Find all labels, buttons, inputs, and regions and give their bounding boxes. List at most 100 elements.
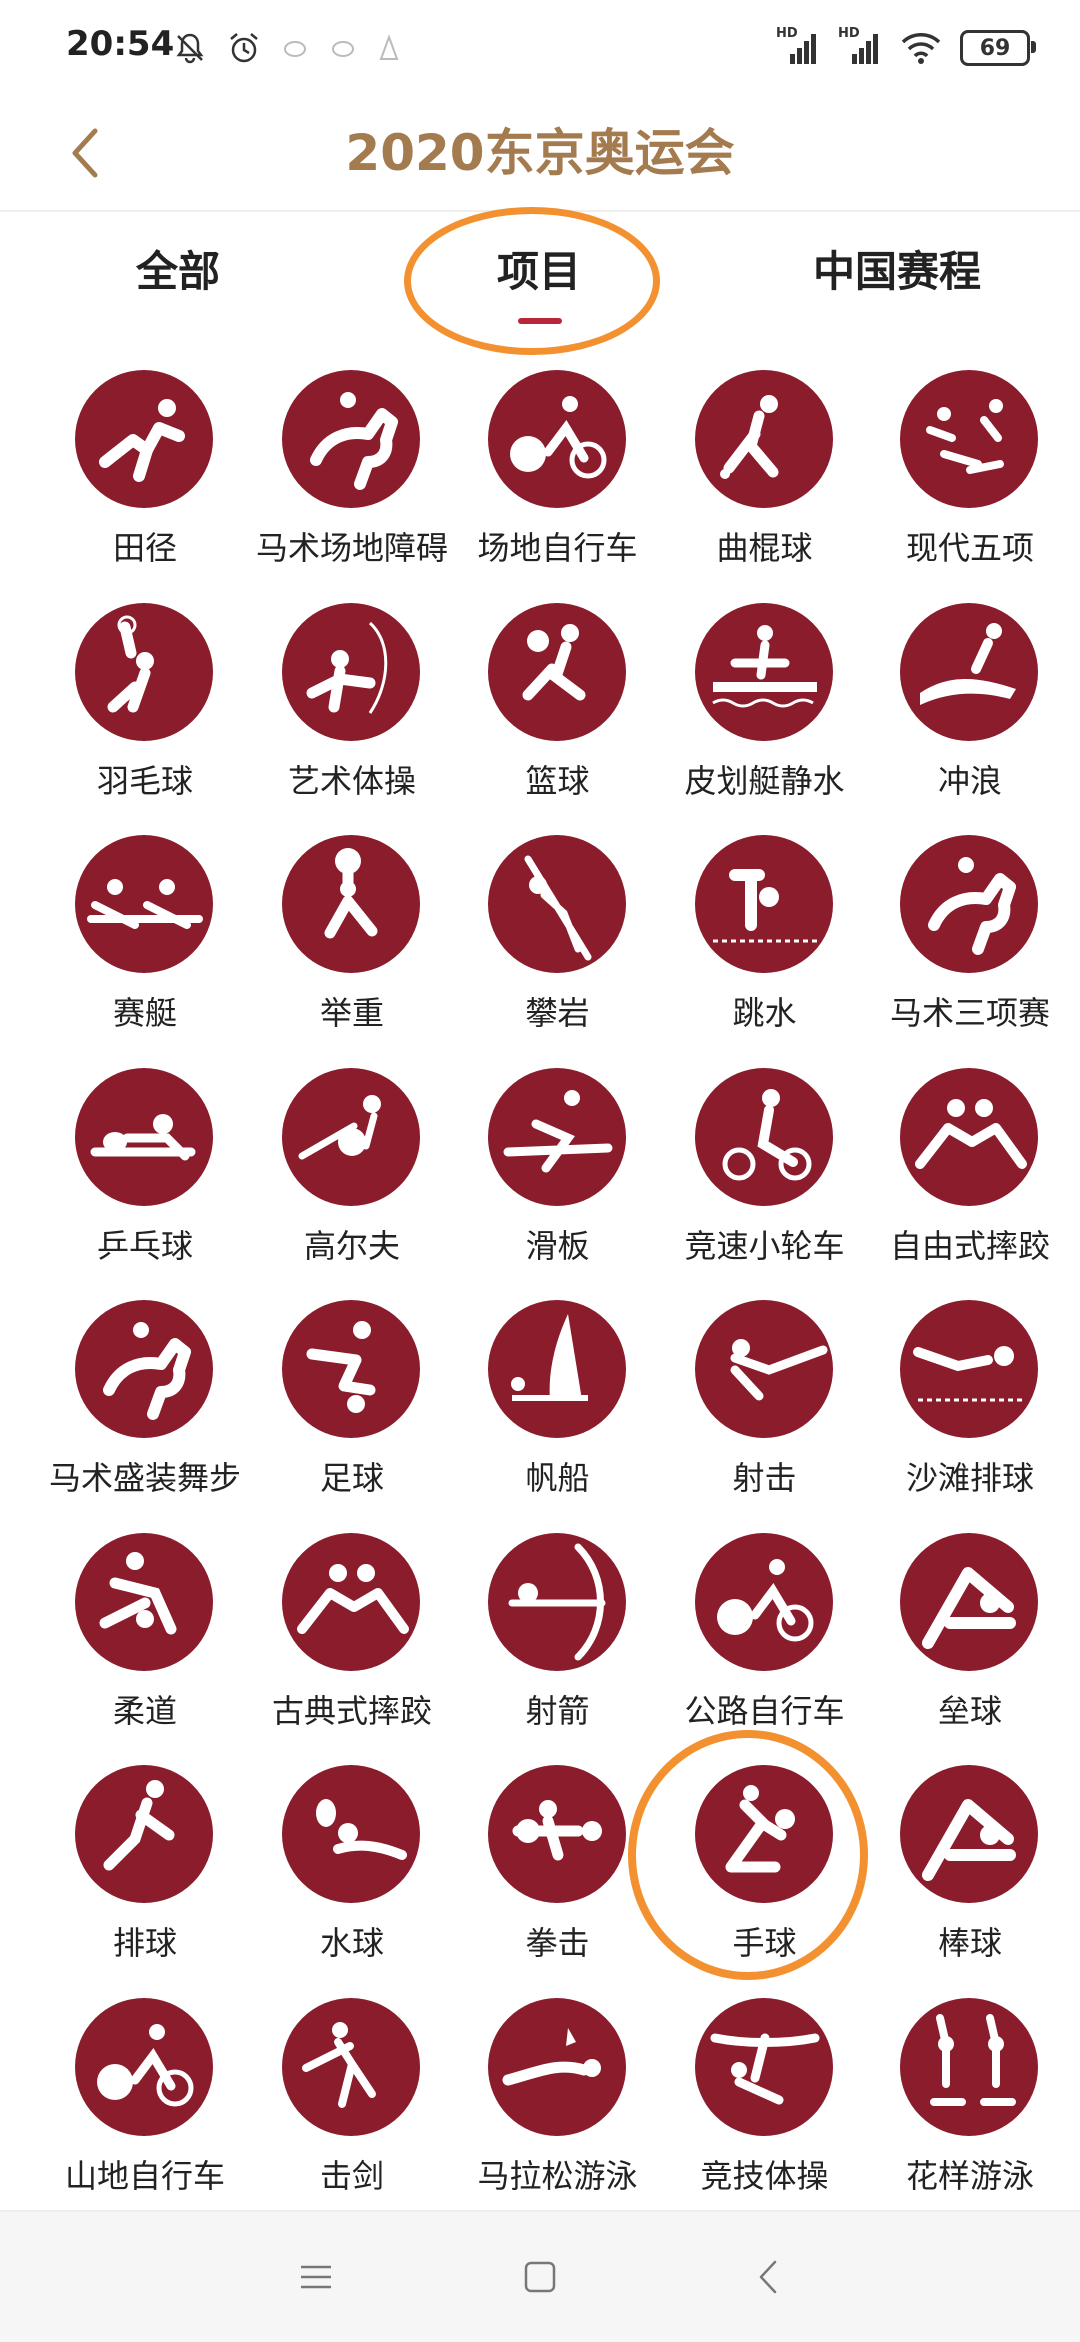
sport-pictogram-icon [487, 602, 626, 741]
status-icons-right: HD HD 69 [776, 24, 1036, 72]
sport-pictogram-icon [75, 835, 213, 973]
sport-pictogram-icon [282, 835, 420, 973]
active-tab-indicator [518, 318, 562, 324]
sport-pictogram-icon [487, 835, 626, 973]
tab-bar: 全部 项目 中国赛程 [0, 212, 1080, 340]
sport-pictogram-icon [487, 1532, 626, 1671]
sport-pictogram-icon [487, 1997, 626, 2136]
status-bar: 20:54 HD HD 69 [0, 0, 1080, 96]
tab-all[interactable]: 全部 [136, 242, 220, 302]
sport-item[interactable]: 拳击 [455, 1765, 661, 1985]
battery-indicator: 69 [960, 30, 1036, 66]
sport-pictogram-icon [75, 1300, 213, 1438]
nav-menu-button[interactable] [276, 2242, 356, 2312]
sport-item[interactable]: 冲浪 [867, 602, 1073, 823]
sport-label: 马术三项赛 [889, 994, 1050, 1032]
sport-item[interactable]: 马拉松游泳 [455, 1997, 661, 2218]
sport-pictogram-icon [694, 835, 833, 973]
sport-label: 棒球 [937, 1924, 1002, 1962]
sport-pictogram-icon [282, 1532, 420, 1671]
sport-item[interactable]: 棒球 [867, 1765, 1073, 1985]
sport-pictogram-icon [282, 1300, 420, 1438]
sport-label: 现代五项 [905, 529, 1034, 567]
sport-pictogram-icon [694, 1067, 833, 1206]
sport-pictogram-icon [694, 370, 833, 508]
sport-item[interactable]: 柔道 [42, 1532, 248, 1753]
sport-item[interactable]: 沙滩排球 [867, 1300, 1073, 1520]
battery-level: 69 [979, 35, 1011, 61]
sport-item[interactable]: 现代五项 [867, 370, 1073, 590]
sport-item[interactable]: 篮球 [455, 602, 661, 823]
sport-item[interactable]: 乒乓球 [42, 1067, 248, 1288]
sport-item[interactable]: 垒球 [867, 1532, 1073, 1753]
sport-pictogram-icon [694, 1532, 833, 1671]
sport-pictogram-icon [75, 1532, 213, 1671]
sport-label: 垒球 [937, 1691, 1002, 1730]
notification-icon [332, 41, 354, 57]
sport-pictogram-icon [75, 1067, 213, 1206]
sport-pictogram-icon [694, 602, 833, 741]
wifi-icon [901, 33, 941, 64]
notification-icon [284, 41, 306, 57]
menu-icon [301, 2265, 331, 2289]
sport-item[interactable]: 帆船 [455, 1300, 661, 1520]
sport-item[interactable]: 马术盛装舞步 [42, 1300, 248, 1520]
sport-item[interactable]: 田径 [42, 370, 248, 590]
sport-item[interactable]: 羽毛球 [42, 602, 248, 823]
tab-items[interactable]: 项目 [497, 242, 581, 302]
notification-icon [379, 34, 399, 60]
sport-pictogram-icon [487, 370, 626, 508]
sport-item[interactable]: 马术三项赛 [867, 835, 1073, 1055]
sport-item[interactable]: 赛艇 [42, 835, 248, 1055]
nav-back-button[interactable] [728, 2242, 808, 2312]
sport-label: 花样游泳 [905, 2156, 1034, 2195]
sport-label: 自由式摔跤 [889, 1226, 1050, 1265]
sport-pictogram-icon [900, 1532, 1038, 1671]
sport-item[interactable]: 射箭 [455, 1532, 661, 1753]
sport-pictogram-icon [900, 835, 1038, 973]
signal-icon: HD [838, 26, 882, 68]
sport-pictogram-icon [282, 1765, 420, 1903]
sport-item[interactable]: 滑板 [455, 1067, 661, 1288]
sport-item[interactable]: 山地自行车 [42, 1997, 248, 2218]
sport-pictogram-icon [282, 370, 420, 508]
sport-pictogram-icon [282, 602, 420, 741]
status-icons-left [172, 24, 402, 72]
sport-pictogram-icon [900, 1067, 1038, 1206]
back-icon [759, 2260, 777, 2294]
sport-label: 冲浪 [937, 761, 1002, 800]
sport-pictogram-icon [282, 1067, 420, 1206]
sport-item[interactable]: 攀岩 [455, 835, 661, 1055]
nav-home-button[interactable] [500, 2242, 580, 2312]
sport-pictogram-icon [75, 370, 213, 508]
sport-item[interactable]: 排球 [42, 1765, 248, 1985]
sport-pictogram-icon [487, 1765, 626, 1903]
signal-icon: HD [776, 26, 820, 68]
sport-item[interactable]: 花样游泳 [867, 1997, 1073, 2218]
sport-pictogram-icon [694, 1765, 833, 1903]
tab-china-schedule[interactable]: 中国赛程 [813, 242, 981, 302]
sport-pictogram-icon [900, 370, 1038, 508]
sport-pictogram-icon [900, 1997, 1038, 2136]
home-icon [524, 2261, 556, 2293]
status-time: 20:54 [66, 24, 175, 64]
sport-pictogram-icon [900, 1300, 1038, 1438]
sport-pictogram-icon [75, 1997, 213, 2136]
sport-pictogram-icon [694, 1300, 833, 1438]
alarm-icon [230, 33, 258, 63]
sport-item[interactable]: 自由式摔跤 [867, 1067, 1073, 1288]
sport-pictogram-icon [75, 1765, 213, 1903]
sport-label: 沙滩排球 [905, 1459, 1034, 1497]
sport-pictogram-icon [487, 1300, 626, 1438]
sport-pictogram-icon [75, 602, 213, 741]
sport-item[interactable]: 场地自行车 [455, 370, 661, 590]
title-bar: 2020东京奥运会 [0, 96, 1080, 212]
sport-pictogram-icon [282, 1997, 420, 2136]
sport-pictogram-icon [694, 1997, 833, 2136]
sport-pictogram-icon [900, 1765, 1038, 1903]
system-nav-bar [0, 2210, 1080, 2342]
bell-off-icon [176, 33, 204, 64]
page-title: 2020东京奥运会 [345, 124, 735, 182]
sport-pictogram-icon [900, 602, 1038, 741]
sport-pictogram-icon [487, 1067, 626, 1206]
